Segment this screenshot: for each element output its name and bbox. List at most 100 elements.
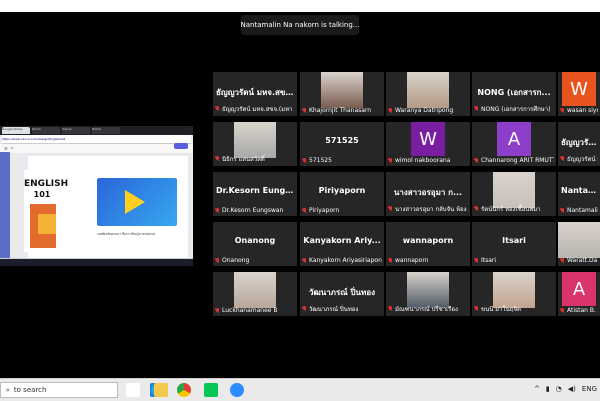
participant-name-large: NONG (เอกสารก... — [477, 88, 551, 97]
participant-name: NONG (เอกสารการศึกษา) — [481, 106, 551, 113]
participant-name: นิธิกร แสนสวัสดิ์ — [222, 156, 265, 163]
participant-name-large: ธัญญวรัตน์ — [561, 138, 597, 147]
participant-name-large: Kanyakorn Ariy... — [303, 236, 381, 245]
task-view-icon[interactable] — [126, 383, 140, 397]
participant-tile[interactable]: Luckhanamanee B — [213, 272, 297, 316]
participant-video — [558, 222, 600, 258]
participant-tile[interactable]: Onanong Onanong — [213, 222, 297, 266]
muted-mic-icon — [560, 107, 565, 114]
muted-mic-icon — [215, 156, 220, 162]
participant-name-large: wannaporn — [402, 236, 454, 245]
browser-tab[interactable]: Google Slides — [2, 127, 30, 134]
participant-tile[interactable]: 571525 571525 — [300, 122, 384, 166]
participant-name: มัณฑนาภรณ์ ปรีชาเรือง — [395, 306, 458, 313]
participant-tile[interactable]: นางสาวอรอุมา ก... นางสาวอรอุมา กลับจัน ห้… — [386, 172, 470, 216]
participant-tile[interactable]: Itsari Itsari — [472, 222, 556, 266]
participant-tile[interactable]: Dr.Kesorn Eungs... Dr.Kesorn Eungswan — [213, 172, 297, 216]
zoom-icon[interactable] — [230, 383, 244, 397]
participant-tile[interactable]: wannaporn wannaporn — [386, 222, 470, 266]
participant-label: wasan siyo — [560, 107, 598, 114]
participant-label: Nantamalin Na nakorn — [560, 207, 598, 214]
shared-taskbar — [0, 258, 193, 266]
participant-tile[interactable]: นิธิกร แสนสวัสดิ์ — [213, 122, 297, 166]
participant-name: รัตน์นิกร์ ทองเชื้อนพมา — [481, 206, 541, 213]
language-indicator[interactable]: ENG — [582, 385, 597, 393]
participant-name: wimol nakboorana — [395, 157, 451, 164]
participant-label: 571525 — [302, 157, 382, 164]
participant-name: Onanong — [222, 257, 250, 264]
participant-video — [321, 72, 363, 108]
participant-video — [493, 172, 535, 208]
network-icon[interactable]: ◔ — [556, 385, 562, 393]
browser-tab[interactable]: Zoom — [32, 127, 60, 134]
participant-label: Channarong ARIT RMUTT — [474, 157, 554, 164]
participant-label: Kanyakorn Ariyasiriapon — [302, 257, 382, 264]
volume-icon[interactable]: ◀) — [568, 385, 576, 393]
muted-mic-icon — [302, 207, 307, 214]
participant-label: Waratt.Da — [560, 257, 598, 264]
battery-icon[interactable]: ▮ — [546, 385, 550, 393]
participant-label: Itsari — [474, 257, 554, 264]
browser-tab-bar: Google Slides Zoom Canva Home — [0, 126, 193, 135]
line-icon[interactable] — [204, 383, 218, 397]
participant-tile[interactable]: A Channarong ARIT RMUTT — [472, 122, 556, 166]
participant-video — [407, 72, 449, 108]
participant-tile[interactable]: ธัญญวรัตน์ มหจ.สข... ธัญญวรัตน์ มหจ.สขจ.(… — [213, 72, 297, 116]
muted-mic-icon — [302, 107, 307, 114]
participant-name: Waranya Datripong — [395, 107, 454, 114]
book-cover: ENGLISH 101 — [24, 170, 68, 252]
muted-mic-icon — [302, 157, 307, 164]
participant-name: wasan siyo — [567, 107, 598, 114]
address-bar[interactable]: https://www.canva.com/design/English101 — [2, 135, 191, 144]
video-card[interactable] — [97, 178, 177, 226]
participant-tile[interactable]: A Atistan B. — [558, 272, 600, 316]
participant-avatar: W — [562, 72, 596, 106]
participant-tile[interactable]: ขนนี มาโนฤจิต — [472, 272, 556, 316]
participant-name-large: Piriyaporn — [318, 186, 366, 195]
undo-icon[interactable]: ↶ — [11, 146, 14, 151]
participant-label: รัตน์นิกร์ ทองเชื้อนพมา — [474, 204, 554, 214]
participant-tile[interactable]: วัฒนาภรณ์ ปิ่นทอง วัฒนาภรณ์ ปิ่นทอง — [300, 272, 384, 316]
share-button[interactable] — [174, 143, 188, 149]
muted-mic-icon — [474, 157, 479, 164]
participant-label: NONG (เอกสารการศึกษา) — [474, 104, 554, 114]
muted-mic-icon — [474, 257, 479, 264]
participant-tile[interactable]: Wwasan siyo — [558, 72, 600, 116]
search-icon: ⌕ — [6, 385, 10, 394]
design-canvas[interactable]: ENGLISH 101 แอพลิเคชันแคนวา สื่อการเรียน… — [24, 156, 188, 259]
participant-tile[interactable]: NONG (เอกสารก... NONG (เอกสารการศึกษา) — [472, 72, 556, 116]
participant-tile[interactable]: Khajornjit Thanasarn — [300, 72, 384, 116]
muted-mic-icon — [388, 306, 393, 312]
participant-tile[interactable]: มัณฑนาภรณ์ ปรีชาเรือง — [386, 272, 470, 316]
search-box[interactable]: ⌕ to search — [0, 382, 118, 398]
participant-video — [234, 122, 276, 158]
participant-name-large: Dr.Kesorn Eungs... — [216, 186, 294, 195]
participant-name-large: นางสาวอรอุมา ก... — [393, 188, 463, 197]
participant-tile[interactable]: Piriyaporn Piriyaporn — [300, 172, 384, 216]
participant-tile[interactable]: Nantama Nantamalin Na nakorn — [558, 172, 600, 216]
shared-screen[interactable]: Google Slides Zoom Canva Home https://ww… — [0, 126, 193, 266]
file-explorer-icon[interactable] — [154, 383, 168, 397]
participant-tile[interactable]: Waranya Datripong — [386, 72, 470, 116]
chevron-up-icon[interactable]: ^ — [534, 385, 540, 393]
muted-mic-icon — [560, 207, 565, 214]
editor-sidebar — [0, 152, 10, 262]
menu-icon[interactable]: ☰ — [4, 146, 8, 151]
muted-mic-icon — [388, 157, 393, 164]
participant-tile[interactable]: รัตน์นิกร์ ทองเชื้อนพมา — [472, 172, 556, 216]
chrome-icon[interactable] — [177, 383, 191, 397]
muted-mic-icon — [474, 106, 479, 112]
participant-tile[interactable]: Waratt.Da — [558, 222, 600, 266]
video-caption: แอพลิเคชันแคนวา สื่อการเรียนรู้ภาษาอังกฤ… — [97, 232, 155, 236]
play-icon[interactable] — [125, 190, 145, 214]
participant-tile[interactable]: ธัญญวรัตน์ธัญญวรัตน์ มหจ. — [558, 122, 600, 166]
muted-mic-icon — [474, 206, 479, 212]
participant-name: Waratt.Da — [567, 257, 598, 264]
browser-tab[interactable]: Home — [92, 127, 120, 134]
participant-label: นิธิกร แสนสวัสดิ์ — [215, 154, 295, 164]
participant-tile[interactable]: Kanyakorn Ariy... Kanyakorn Ariyasiriapon — [300, 222, 384, 266]
participant-label: Atistan B. — [560, 307, 598, 314]
browser-tab[interactable]: Canva — [62, 127, 90, 134]
muted-mic-icon — [388, 206, 393, 212]
participant-tile[interactable]: Wwimol nakboorana — [386, 122, 470, 166]
